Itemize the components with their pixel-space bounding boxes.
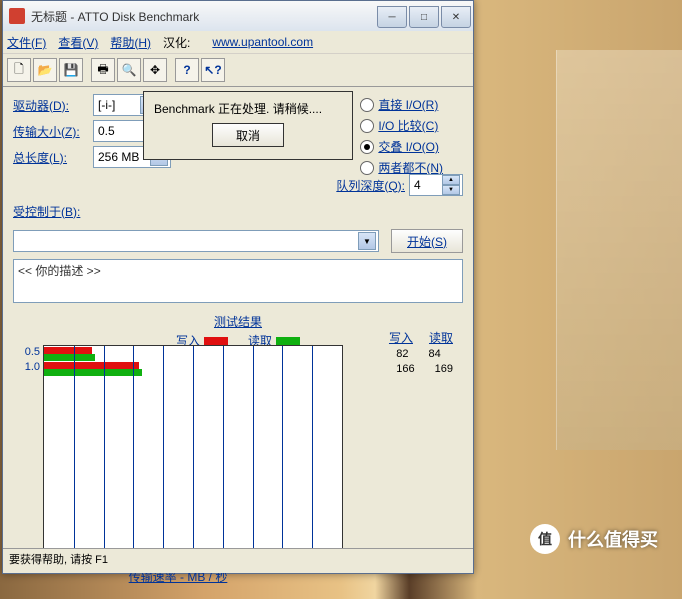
plot-area: 0.5 1.0 — [43, 345, 343, 553]
menubar: 文件(F) 查看(V) 帮助(H) 汉化: www.upantool.com — [3, 31, 473, 54]
drive-label: 驱动器(D): — [13, 97, 93, 114]
bar-write — [44, 347, 92, 354]
radio-io-compare[interactable] — [360, 119, 374, 133]
menu-file[interactable]: 文件(F) — [7, 34, 46, 51]
watermark: 值 什么值得买 — [530, 524, 658, 554]
progress-dialog: Benchmark 正在处理. 请稍候.... 取消 — [143, 91, 353, 160]
menu-view[interactable]: 查看(V) — [58, 34, 98, 51]
statusbar: 要获得帮助, 请按 F1 — [3, 548, 473, 573]
xfer-label: 传输大小(Z): — [13, 123, 93, 140]
save-button[interactable]: 💾 — [59, 58, 83, 82]
app-window: 无标题 - ATTO Disk Benchmark ─ □ ✕ 文件(F) 查看… — [2, 0, 474, 574]
start-button[interactable]: 开始(S) — [391, 229, 463, 253]
controlled-label: 受控制于(B): — [13, 203, 93, 220]
move-button[interactable]: ✥ — [143, 58, 167, 82]
legend-read-swatch — [276, 337, 300, 345]
maximize-button[interactable]: □ — [409, 6, 439, 28]
cancel-button[interactable]: 取消 — [212, 123, 284, 147]
toolbar: 🗋 📂 💾 🖶 🔍 ✥ ? ↖? — [3, 54, 473, 87]
radio-neither[interactable] — [360, 161, 374, 175]
menu-url[interactable]: www.upantool.com — [212, 35, 313, 49]
bar-read — [44, 354, 95, 361]
whatsthis-button[interactable]: ↖? — [201, 58, 225, 82]
spin-up-icon[interactable]: ▲ — [442, 175, 460, 185]
spin-down-icon[interactable]: ▼ — [442, 185, 460, 195]
close-button[interactable]: ✕ — [441, 6, 471, 28]
bar-read — [44, 369, 142, 376]
watermark-icon: 值 — [530, 524, 560, 554]
print-button[interactable]: 🖶 — [91, 58, 115, 82]
menu-help[interactable]: 帮助(H) — [110, 34, 151, 51]
dialog-message: Benchmark 正在处理. 请稍候.... — [154, 100, 342, 117]
preview-button[interactable]: 🔍 — [117, 58, 141, 82]
bar-write — [44, 362, 139, 369]
legend-write-swatch — [204, 337, 228, 345]
queue-spinner[interactable]: 4 ▲▼ — [409, 174, 463, 196]
controlled-dropdown[interactable]: ▼ — [13, 230, 379, 252]
queue-label: 队列深度(Q): — [336, 177, 405, 194]
app-icon — [9, 8, 25, 24]
minimize-button[interactable]: ─ — [377, 6, 407, 28]
titlebar[interactable]: 无标题 - ATTO Disk Benchmark ─ □ ✕ — [3, 1, 473, 31]
window-title: 无标题 - ATTO Disk Benchmark — [31, 8, 375, 25]
chevron-down-icon: ▼ — [358, 232, 376, 250]
radio-overlap[interactable] — [360, 140, 374, 154]
menu-cn-label: 汉化: — [163, 34, 190, 51]
chart-title: 测试结果 — [13, 313, 463, 330]
description-input[interactable]: << 你的描述 >> — [13, 259, 463, 303]
watermark-text: 什么值得买 — [568, 526, 658, 552]
radio-direct[interactable] — [360, 98, 374, 112]
new-button[interactable]: 🗋 — [7, 58, 31, 82]
help-button[interactable]: ? — [175, 58, 199, 82]
data-values: 8284 166169 — [396, 347, 453, 377]
length-label: 总长度(L): — [13, 149, 93, 166]
open-button[interactable]: 📂 — [33, 58, 57, 82]
